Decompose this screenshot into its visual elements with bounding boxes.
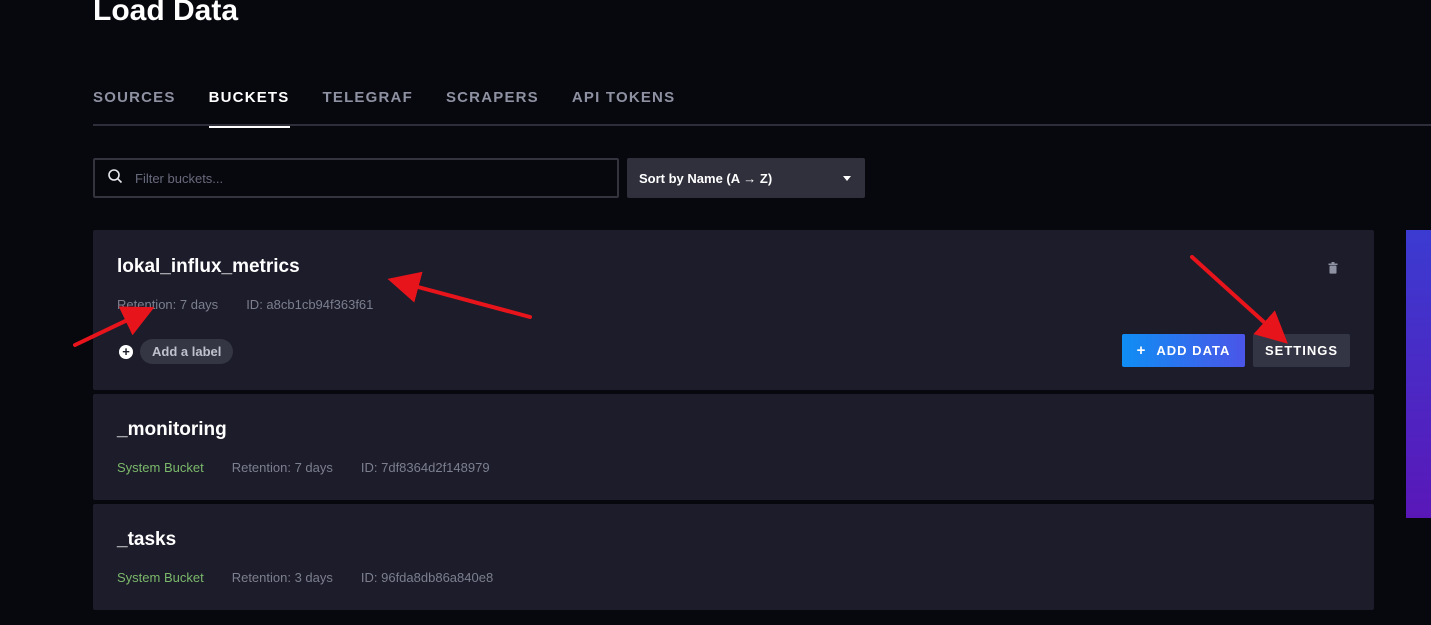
search-box[interactable]	[93, 158, 619, 198]
tab-bar: SOURCES BUCKETS TELEGRAF SCRAPERS API TO…	[93, 88, 1431, 128]
tab-sources[interactable]: SOURCES	[93, 88, 176, 126]
add-label-button[interactable]: Add a label	[140, 339, 234, 364]
tab-buckets[interactable]: BUCKETS	[208, 88, 290, 128]
bucket-meta: System Bucket Retention: 3 days ID: 96fd…	[117, 570, 521, 585]
sort-dropdown[interactable]: Sort by Name (A → Z)	[627, 158, 865, 198]
bucket-card: _monitoring System Bucket Retention: 7 d…	[93, 394, 1374, 500]
bucket-name[interactable]: lokal_influx_metrics	[117, 256, 300, 278]
tab-api-tokens[interactable]: API TOKENS	[572, 88, 675, 126]
label-row: + Add a label	[119, 339, 234, 364]
add-data-label: ADD DATA	[1156, 343, 1231, 358]
bucket-meta: System Bucket Retention: 7 days ID: 7df8…	[117, 460, 518, 475]
plus-icon[interactable]: +	[119, 344, 133, 359]
bucket-card: _tasks System Bucket Retention: 3 days I…	[93, 504, 1374, 610]
retention-text: Retention: 7 days	[117, 297, 219, 312]
search-input[interactable]	[135, 170, 575, 186]
page-title: Load Data	[93, 0, 239, 27]
system-bucket-badge: System Bucket	[117, 570, 204, 585]
retention-text: Retention: 3 days	[231, 570, 333, 585]
bucket-id: ID: a8cb1cb94f363f61	[246, 297, 374, 312]
plus-icon: +	[1136, 342, 1147, 359]
trash-icon[interactable]	[1327, 261, 1339, 274]
sort-dropdown-label: Sort by Name (A → Z)	[639, 170, 773, 186]
tab-scrapers[interactable]: SCRAPERS	[446, 88, 539, 126]
side-panel-edge	[1406, 230, 1431, 518]
add-data-button[interactable]: + ADD DATA	[1122, 334, 1245, 367]
bucket-card: lokal_influx_metrics Retention: 7 days I…	[93, 230, 1374, 390]
caret-down-icon	[843, 175, 851, 181]
bucket-meta: Retention: 7 days ID: a8cb1cb94f363f61	[117, 297, 401, 312]
bucket-name[interactable]: _monitoring	[117, 419, 227, 441]
retention-text: Retention: 7 days	[231, 460, 333, 475]
bucket-name[interactable]: _tasks	[117, 529, 176, 551]
settings-button[interactable]: SETTINGS	[1253, 334, 1350, 367]
bucket-id: ID: 96fda8db86a840e8	[360, 570, 494, 585]
search-icon	[107, 168, 123, 189]
system-bucket-badge: System Bucket	[117, 460, 204, 475]
bucket-id: ID: 7df8364d2f148979	[360, 460, 490, 475]
tab-telegraf[interactable]: TELEGRAF	[323, 88, 413, 126]
